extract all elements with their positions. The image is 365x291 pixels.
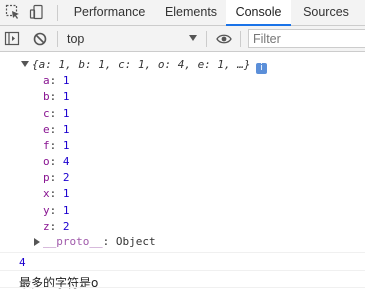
property-key: a xyxy=(43,74,50,87)
divider xyxy=(0,270,365,271)
property-key: b xyxy=(43,90,50,103)
chevron-down-icon xyxy=(189,35,197,41)
property-key: c xyxy=(43,107,50,120)
tab-bar-separator xyxy=(57,5,58,21)
property-value: 1 xyxy=(62,107,70,120)
property-row: e: 1 xyxy=(43,123,70,136)
info-icon[interactable]: i xyxy=(256,63,267,74)
property-key: e xyxy=(43,123,50,136)
toolbar-separator xyxy=(57,31,58,47)
devtools-tab-bar: Performance Elements Console Sources xyxy=(0,0,365,26)
tab-console[interactable]: Console xyxy=(226,0,291,26)
tab-sources[interactable]: Sources xyxy=(298,0,354,25)
context-selector-value: top xyxy=(67,32,85,46)
property-key: z xyxy=(43,220,50,233)
property-value: 1 xyxy=(62,204,70,217)
tab-elements[interactable]: Elements xyxy=(159,0,223,25)
result-value: 4 xyxy=(19,256,26,269)
proto-key: __proto__ xyxy=(43,235,103,248)
proto-value: Object xyxy=(115,235,156,248)
expand-triangle-icon[interactable] xyxy=(21,61,29,67)
divider xyxy=(0,252,365,253)
property-value: 2 xyxy=(62,220,70,233)
property-row: p: 2 xyxy=(43,171,70,184)
property-key: o xyxy=(43,155,50,168)
property-value: 1 xyxy=(62,74,70,87)
eye-icon[interactable] xyxy=(216,31,232,47)
property-value: 2 xyxy=(62,171,70,184)
object-preview-row[interactable]: {a: 1, b: 1, c: 1, o: 4, e: 1, …} i xyxy=(21,58,321,74)
toolbar-separator xyxy=(206,31,207,47)
property-row: x: 1 xyxy=(43,187,70,200)
property-value: 4 xyxy=(62,155,70,168)
property-key: f xyxy=(43,139,50,152)
expand-triangle-icon[interactable] xyxy=(34,238,40,246)
console-toolbar: top xyxy=(0,26,365,52)
property-value: 1 xyxy=(62,90,70,103)
property-row: z: 2 xyxy=(43,220,70,233)
property-value: 1 xyxy=(62,123,70,136)
property-value: 1 xyxy=(62,139,70,152)
property-row: b: 1 xyxy=(43,90,70,103)
property-key: y xyxy=(43,204,50,217)
toolbar-separator xyxy=(240,31,241,47)
console-sidebar-icon[interactable] xyxy=(4,31,20,47)
object-preview: {a: 1, b: 1, c: 1, o: 4, e: 1, …} xyxy=(32,58,251,71)
property-row: a: 1 xyxy=(43,74,70,87)
inspect-element-icon[interactable] xyxy=(5,4,21,20)
proto-row[interactable]: __proto__: Object xyxy=(34,235,164,249)
filter-input[interactable] xyxy=(248,29,365,48)
property-value: 1 xyxy=(62,187,70,200)
device-toolbar-icon[interactable] xyxy=(29,4,45,20)
property-key: p xyxy=(43,171,50,184)
clear-console-icon[interactable] xyxy=(32,31,48,47)
context-selector[interactable]: top xyxy=(67,31,199,47)
property-row: c: 1 xyxy=(43,107,70,120)
property-row: f: 1 xyxy=(43,139,70,152)
tab-performance[interactable]: Performance xyxy=(68,0,151,25)
property-row: y: 1 xyxy=(43,204,70,217)
property-key: x xyxy=(43,187,50,200)
property-row: o: 4 xyxy=(43,155,70,168)
log-message: 最多的字符是o xyxy=(19,276,99,290)
